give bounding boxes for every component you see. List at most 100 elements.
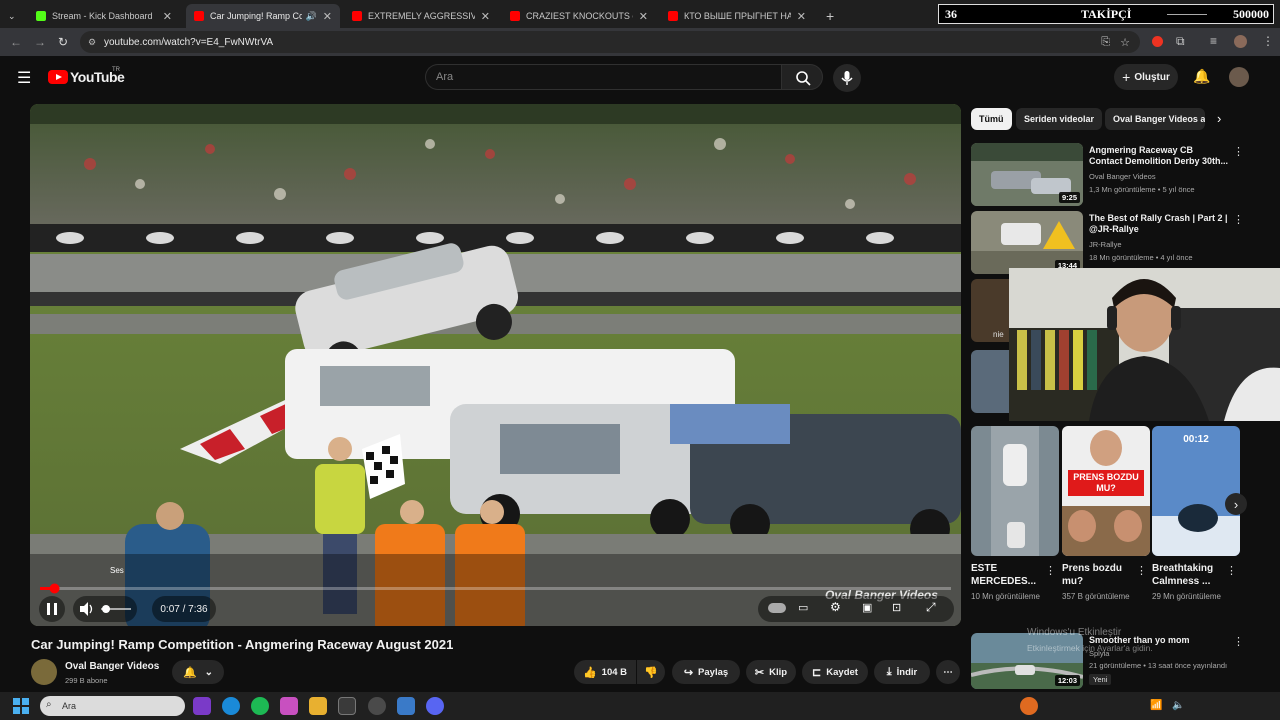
obs-icon[interactable]	[368, 697, 386, 715]
video-thumbnail[interactable]: 12:03	[971, 633, 1083, 689]
close-icon[interactable]: ✕	[639, 10, 648, 23]
more-vertical-icon[interactable]: ⋮	[1233, 635, 1244, 648]
video-thumbnail[interactable]: 13:44	[971, 211, 1083, 274]
chevron-right-icon[interactable]: ›	[1217, 111, 1221, 126]
taskbar-search[interactable]: ⌕ Ara	[40, 696, 185, 716]
video-frame[interactable]	[30, 104, 961, 626]
progress-scrubber[interactable]	[49, 583, 60, 594]
new-tab-button[interactable]: +	[818, 4, 842, 28]
more-vertical-icon[interactable]: ⋮	[1233, 213, 1244, 226]
app-icon[interactable]	[193, 697, 211, 715]
video-thumbnail[interactable]: 9:25	[971, 143, 1083, 206]
tab-search-dropdown[interactable]: ⌄	[0, 4, 24, 28]
voice-search-button[interactable]	[833, 64, 861, 92]
app-icon[interactable]	[280, 697, 298, 715]
speaker-icon[interactable]: 🔊	[306, 11, 317, 22]
tab-russian[interactable]: КТО ВЫШЕ ПРЫГНЕТ НА ЛИП ✕	[660, 4, 814, 28]
more-vertical-icon[interactable]: ⋮	[1233, 145, 1244, 158]
miniplayer-icon[interactable]: ▣	[862, 601, 872, 614]
fullscreen-icon[interactable]: ⤢	[926, 600, 936, 615]
short-thumbnail[interactable]: PRENS BOZDU MU?	[1062, 426, 1150, 556]
install-icon[interactable]: ⎘	[1101, 36, 1110, 49]
follower-overlay: 36 TAKİPÇİ 500000	[938, 4, 1274, 24]
short-title[interactable]: Breathtaking Calmness ...	[1152, 562, 1224, 588]
more-vertical-icon[interactable]: ⋮	[1226, 564, 1237, 577]
search-button[interactable]	[781, 64, 823, 90]
short-thumbnail[interactable]	[971, 426, 1059, 556]
search-input[interactable]: Ara	[425, 64, 781, 90]
recommended-video[interactable]: 9:25 Angmering Raceway CB Contact Demoli…	[971, 143, 1271, 209]
chip-all[interactable]: Tümü	[971, 108, 1012, 130]
progress-track[interactable]	[40, 587, 951, 590]
app-icon[interactable]	[397, 697, 415, 715]
video-thumbnail[interactable]	[971, 350, 1009, 413]
channel-name[interactable]: Oval Banger Videos	[1089, 172, 1156, 181]
like-button[interactable]: 👍 104 B	[574, 660, 636, 684]
save-button[interactable]: ⊏ Kaydet	[802, 660, 868, 684]
network-icon[interactable]: 📶	[1150, 700, 1162, 711]
volume-control[interactable]	[73, 596, 137, 622]
youtube-logo-icon[interactable]	[48, 70, 68, 84]
shorts-next-button[interactable]: ›	[1225, 493, 1247, 515]
notifications-bell-icon[interactable]: 🔔	[1193, 68, 1210, 85]
hamburger-menu-icon[interactable]: ☰	[17, 68, 31, 88]
autoplay-toggle[interactable]	[768, 603, 786, 613]
weather-icon[interactable]	[1020, 697, 1038, 715]
discord-icon[interactable]	[426, 697, 444, 715]
share-button[interactable]: ↪ Paylaş	[672, 660, 740, 684]
short-thumbnail[interactable]: 00:12	[1152, 426, 1240, 556]
chip-channel[interactable]: Oval Banger Videos a	[1105, 108, 1205, 130]
short-title[interactable]: Prens bozdu mu?	[1062, 562, 1134, 588]
close-icon[interactable]: ✕	[323, 10, 332, 23]
video-title[interactable]: The Best of Rally Crash | Part 2 | @JR-R…	[1089, 213, 1229, 235]
spotify-icon[interactable]	[251, 697, 269, 715]
account-avatar[interactable]	[1229, 67, 1249, 87]
edge-icon[interactable]	[222, 697, 240, 715]
download-button[interactable]: ⤓ İndir	[874, 660, 930, 684]
site-info-icon[interactable]: ⚙	[88, 37, 96, 48]
cast-icon[interactable]: ⊡	[892, 601, 901, 614]
extension-icon[interactable]	[1152, 36, 1163, 47]
tab-youtube-active[interactable]: Car Jumping! Ramp Compe 🔊 ✕	[186, 4, 340, 28]
media-icon[interactable]: ≡	[1210, 34, 1217, 48]
create-button[interactable]: + Oluştur	[1114, 64, 1178, 90]
recommended-video[interactable]: 12:03 Smoother than yo mom Splyia 21 gör…	[971, 633, 1271, 689]
bookmark-star-icon[interactable]: ☆	[1120, 36, 1130, 49]
more-vertical-icon[interactable]: ⋮	[1136, 564, 1147, 577]
profile-avatar[interactable]	[1234, 35, 1247, 48]
video-title[interactable]: Angmering Raceway CB Contact Demolition …	[1089, 145, 1229, 167]
more-vertical-icon[interactable]: ⋮	[1045, 564, 1056, 577]
close-icon[interactable]: ✕	[797, 10, 806, 23]
menu-icon[interactable]: ⋮	[1262, 34, 1274, 48]
url-input[interactable]: ⚙ youtube.com/watch?v=E4_FwNWtrVA ⎘ ☆	[80, 31, 1140, 53]
tab-knockouts[interactable]: CRAZIEST KNOCKOUTS of 2025 ✕	[502, 4, 656, 28]
channel-name[interactable]: Oval Banger Videos	[65, 661, 159, 672]
short-title[interactable]: ESTE MERCEDES...	[971, 562, 1043, 588]
short-item[interactable]: 00:12 Breathtaking Calmness ... 29 Mn gö…	[1152, 426, 1240, 602]
clip-button[interactable]: ✂ Klip	[746, 660, 796, 684]
settings-gear-icon[interactable]: ⚙	[830, 600, 841, 614]
reload-icon[interactable]: ↻	[58, 35, 68, 49]
short-item[interactable]: PRENS BOZDU MU? Prens bozdu mu? 357 B gö…	[1062, 426, 1150, 602]
channel-name[interactable]: JR-Rallye	[1089, 240, 1122, 249]
folder-icon[interactable]	[309, 697, 327, 715]
tab-kick-dashboard[interactable]: Stream - Kick Dashboard ✕	[28, 4, 180, 28]
short-item[interactable]: ESTE MERCEDES... 10 Mn görüntüleme ⋮	[971, 426, 1059, 602]
windows-start-icon[interactable]	[13, 698, 29, 714]
pause-button[interactable]	[39, 596, 65, 622]
speaker-icon[interactable]: 🔈	[1172, 700, 1184, 711]
more-actions-button[interactable]: ⋯	[936, 660, 960, 684]
video-player[interactable]: Ses 0:07 / 7:36 Oval Banger Videos ▭ ⚙ ▣…	[30, 104, 961, 626]
channel-avatar[interactable]	[31, 659, 57, 685]
dislike-button[interactable]: 👎	[637, 660, 665, 684]
back-icon[interactable]: ←	[10, 35, 22, 49]
close-icon[interactable]: ✕	[481, 10, 490, 23]
close-icon[interactable]: ✕	[163, 10, 172, 23]
chip-series[interactable]: Seriden videolar	[1016, 108, 1103, 130]
puzzle-icon[interactable]: ⧉	[1176, 34, 1185, 49]
chrome-icon[interactable]	[338, 697, 356, 715]
subtitles-icon[interactable]: ▭	[798, 601, 808, 614]
tab-aggressive[interactable]: EXTREMELY AGGRESSIVE & HO ✕	[344, 4, 498, 28]
forward-icon[interactable]: →	[34, 35, 46, 49]
subscribe-notification-button[interactable]: 🔔 ⌄	[172, 660, 224, 684]
